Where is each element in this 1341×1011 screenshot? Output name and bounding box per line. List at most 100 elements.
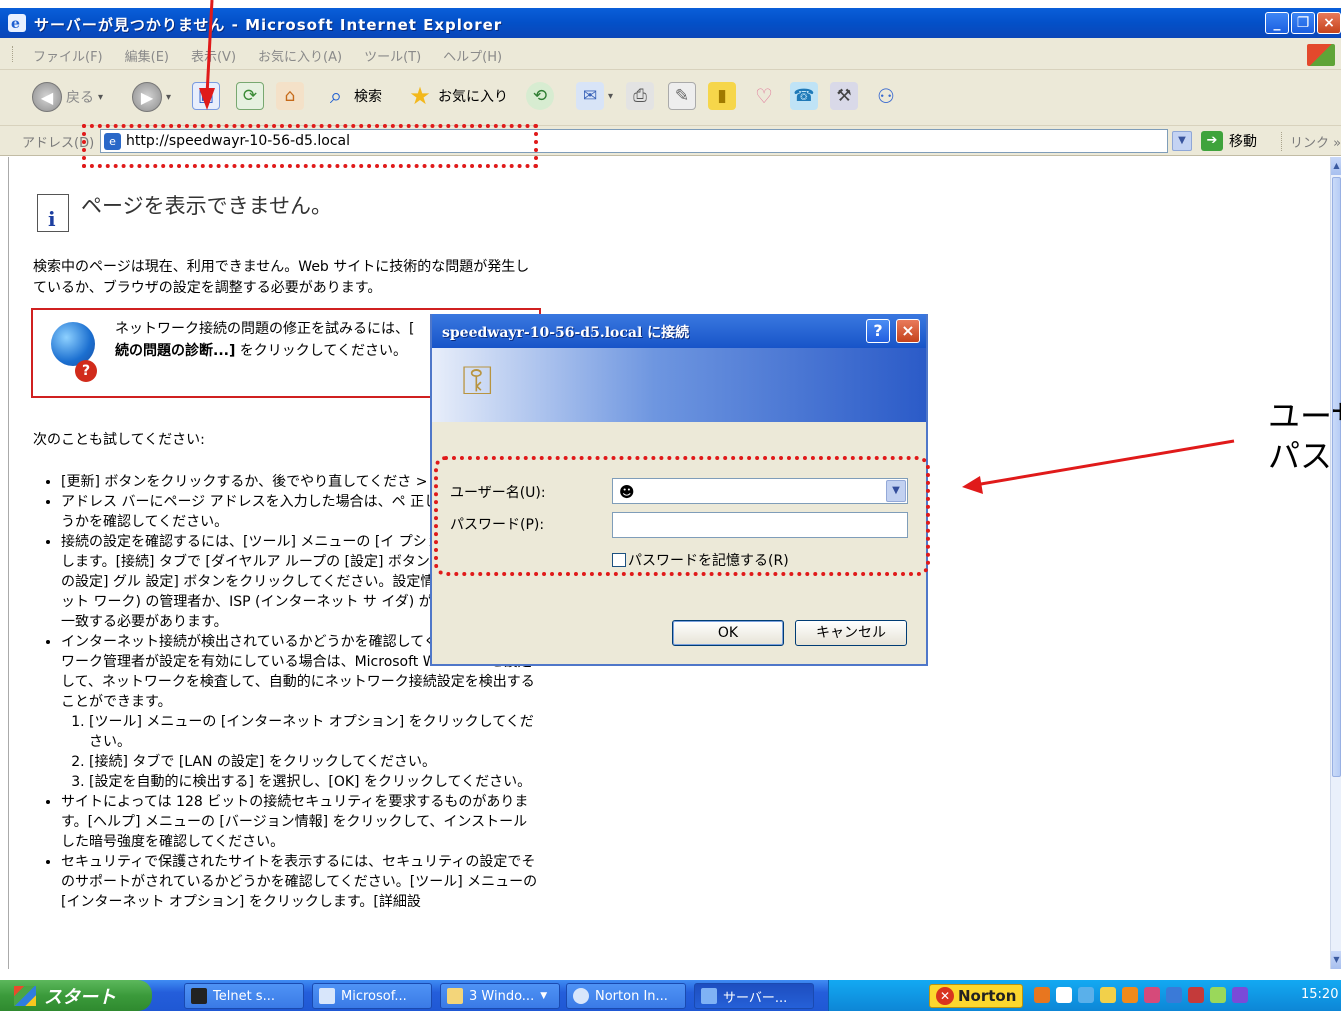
menu-view[interactable]: 表示(V)	[191, 46, 236, 65]
menu-bar: ファイル(F) 編集(E) 表示(V) お気に入り(A) ツール(T) ヘルプ(…	[0, 38, 1341, 70]
help-button[interactable]: ?	[866, 319, 890, 343]
address-label: アドレス(D)	[22, 136, 95, 151]
tray-icon[interactable]	[1232, 987, 1248, 1003]
taskbar-item-telnet[interactable]: Telnet s...	[184, 983, 304, 1009]
start-label: スタート	[44, 986, 116, 1008]
tray-icon[interactable]	[1078, 987, 1094, 1003]
links-button[interactable]: リンク »	[1281, 132, 1341, 151]
scroll-thumb[interactable]	[1332, 177, 1341, 777]
norton-tray-badge[interactable]: ✕ Norton	[929, 984, 1024, 1008]
taskbar-item-norton[interactable]: Norton In...	[566, 983, 686, 1009]
menu-tools[interactable]: ツール(T)	[364, 46, 421, 65]
mail-icon[interactable]: ✉	[576, 82, 604, 110]
ok-button[interactable]: OK	[672, 620, 784, 646]
username-label: ユーザー名(U):	[450, 485, 546, 501]
scroll-up-icon[interactable]: ▲	[1331, 157, 1341, 175]
dialog-title: speedwayr-10-56-d5.local に接続	[442, 325, 690, 341]
remember-password-label[interactable]: パスワードを記憶する(R)	[628, 550, 789, 570]
taskbar-item-label: Telnet s...	[213, 988, 275, 1004]
forward-dropdown-icon[interactable]: ▾	[166, 92, 171, 103]
keys-icon: ⚿	[462, 358, 493, 404]
page-title: ページを表示できません。	[81, 194, 332, 218]
mail-dropdown-icon[interactable]: ▾	[608, 91, 613, 102]
address-url[interactable]: http://speedwayr-10-56-d5.local	[126, 133, 350, 149]
messenger-icon[interactable]: ♡	[750, 82, 778, 110]
taskbar-item-label: サーバー...	[723, 990, 788, 1006]
error-question-icon: ?	[75, 360, 97, 382]
window-titlebar[interactable]: e サーバーが見つかりません - Microsoft Internet Expl…	[0, 8, 1341, 38]
page-icon: e	[104, 133, 121, 150]
home-icon[interactable]: ⌂	[276, 82, 304, 110]
tip-item-security: セキュリティで保護されたサイトを表示するには、セキュリティの設定でそのサポートが…	[61, 852, 541, 912]
windows-flag-icon	[14, 985, 36, 1006]
scroll-down-icon[interactable]: ▼	[1331, 951, 1341, 969]
menu-help[interactable]: ヘルプ(H)	[443, 46, 502, 65]
tray-icon[interactable]	[1144, 987, 1160, 1003]
close-button[interactable]: ×	[1317, 12, 1341, 34]
refresh-icon[interactable]: ⟳	[236, 82, 264, 110]
dialog-close-button[interactable]: ×	[896, 319, 920, 343]
forward-arrow-icon[interactable]: ▶	[132, 82, 162, 112]
menu-grip[interactable]	[12, 46, 15, 62]
tray-icon[interactable]	[1188, 987, 1204, 1003]
edit-icon[interactable]: ✎	[668, 82, 696, 110]
menu-edit[interactable]: 編集(E)	[125, 46, 169, 65]
system-tray: ✕ Norton 15:20	[828, 980, 1341, 1011]
step-item: [ツール] メニューの [インターネット オプション] をクリックしてください。	[89, 712, 541, 752]
taskbar-item-label: Microsof...	[341, 988, 407, 1004]
menu-file[interactable]: ファイル(F)	[33, 46, 103, 65]
taskbar-item-microsoft[interactable]: Microsof...	[312, 983, 432, 1009]
search-button-label[interactable]: 検索	[354, 86, 382, 106]
history-icon[interactable]: ⟲	[526, 82, 554, 110]
tray-icon[interactable]	[1056, 987, 1072, 1003]
taskbar-item-label: Norton In...	[595, 988, 668, 1004]
research-icon[interactable]: ☎	[790, 82, 818, 110]
favorites-button-label[interactable]: お気に入り	[438, 86, 508, 106]
tray-icon[interactable]	[1210, 987, 1226, 1003]
cancel-button[interactable]: キャンセル	[795, 620, 907, 646]
username-combobox[interactable]: ☻ ▼	[612, 478, 908, 504]
password-field[interactable]	[612, 512, 908, 538]
remember-password-option[interactable]: パスワードを記憶する(R)	[612, 550, 789, 570]
menu-favorites[interactable]: お気に入り(A)	[258, 46, 342, 65]
tray-icon[interactable]	[1034, 987, 1050, 1003]
window-icon	[319, 988, 335, 1004]
back-dropdown-icon[interactable]: ▾	[98, 92, 103, 103]
step-item: [接続] タブで [LAN の設定] をクリックしてください。	[89, 752, 541, 772]
minimize-button[interactable]: _	[1265, 12, 1289, 34]
taskbar-item-label: 3 Windo...	[469, 988, 535, 1004]
intro-text: 検索中のページは現在、利用できません。Web サイトに技術的な問題が発生している…	[33, 259, 530, 296]
folder-icon	[447, 988, 463, 1004]
back-button-label[interactable]: 戻る	[66, 87, 94, 107]
taskbar: スタート Telnet s... Microsof... 3 Windo... …	[0, 980, 1341, 1011]
netbox-text-1: ネットワーク接続の問題の修正を試みるには、[	[115, 321, 415, 337]
address-input[interactable]: e http://speedwayr-10-56-d5.local	[100, 129, 1168, 153]
tray-icon[interactable]	[1166, 987, 1182, 1003]
remember-password-checkbox[interactable]	[612, 553, 626, 567]
tray-icon[interactable]	[1122, 987, 1138, 1003]
search-icon[interactable]: ⌕	[322, 82, 350, 110]
discuss-icon[interactable]: ▮	[708, 82, 736, 110]
diagnose-link[interactable]: 続の問題の診断...]	[115, 343, 235, 359]
print-icon[interactable]: ⎙	[626, 82, 654, 110]
vertical-scrollbar[interactable]: ▲ ▼	[1330, 157, 1341, 969]
dialog-titlebar[interactable]: speedwayr-10-56-d5.local に接続 ? ×	[432, 314, 926, 348]
tools-icon[interactable]: ⚒	[830, 82, 858, 110]
stop-icon[interactable]: ▣	[192, 82, 220, 110]
tray-icon[interactable]	[1100, 987, 1116, 1003]
user-avatar-icon: ☻	[619, 483, 635, 501]
favorites-star-icon[interactable]: ★	[406, 82, 434, 110]
users-icon[interactable]: ⚇	[872, 82, 900, 110]
info-icon: i	[37, 194, 69, 232]
ie-logo-icon: e	[8, 14, 26, 32]
maximize-button[interactable]: ❐	[1291, 12, 1315, 34]
back-arrow-icon[interactable]: ◀	[32, 82, 62, 112]
taskbar-item-windows-group[interactable]: 3 Windo... ▼	[440, 983, 560, 1009]
go-button[interactable]: ➔ 移動	[1201, 131, 1257, 151]
taskbar-item-ie[interactable]: サーバー...	[694, 983, 814, 1009]
address-dropdown-icon[interactable]: ▼	[1172, 131, 1192, 151]
step-item: [設定を自動的に検出する] を選択し、[OK] をクリックしてください。	[89, 772, 541, 792]
dialog-banner: ⚿	[432, 348, 926, 422]
start-button[interactable]: スタート	[0, 980, 152, 1011]
username-dropdown-icon[interactable]: ▼	[886, 480, 906, 502]
